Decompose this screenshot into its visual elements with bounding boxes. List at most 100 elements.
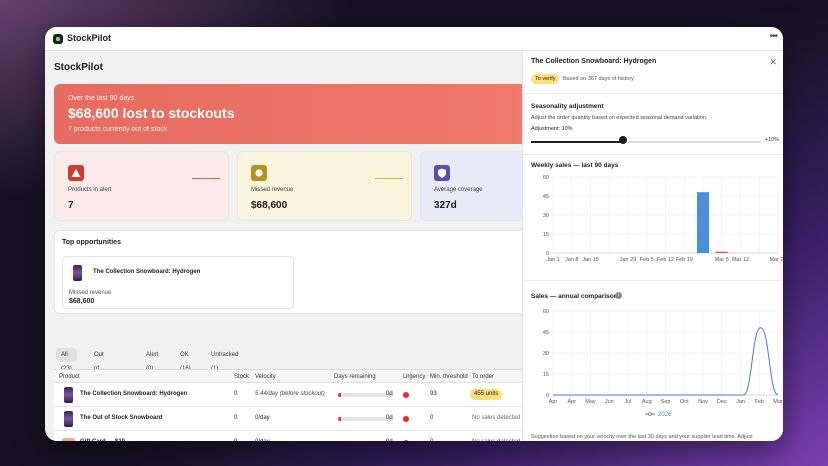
y-tick-label: 15 <box>543 372 549 378</box>
card-value: $68,600 <box>251 200 288 211</box>
x-tick-label: Oct <box>680 399 689 405</box>
seasonality-slider-track[interactable] <box>531 141 761 143</box>
table-header: Product Stock Velocity Days remaining Ur… <box>54 369 523 383</box>
x-tick-label: Jan 15 <box>582 257 599 263</box>
verify-badge: To verify <box>531 74 560 84</box>
y-tick-label: 45 <box>543 194 549 200</box>
tab-out-of-stock[interactable]: Out of stock (7) <box>89 348 113 400</box>
info-icon[interactable]: i <box>615 292 622 299</box>
card-value: 7 <box>68 200 74 211</box>
days-remaining-value: 0d <box>386 415 393 421</box>
card-accent-line <box>375 178 403 179</box>
bar <box>697 192 709 253</box>
product-detail-panel: The Collection Snowboard: Hydrogen ✕ To … <box>522 51 783 441</box>
weekly-sales-chart: 015304560Jan 1 Jan 8 Jan 15 Jan 29 Feb 5 Feb … <box>543 175 783 263</box>
divider <box>523 154 783 155</box>
column-header[interactable]: Urgency <box>403 374 425 380</box>
gift-card-icon <box>62 438 75 441</box>
days-remaining-fill <box>338 417 341 421</box>
card-label: Products in alert <box>68 187 112 193</box>
y-tick-label: 60 <box>543 309 549 315</box>
x-tick-label: Sep <box>661 399 671 405</box>
x-tick-label: Mar 26 <box>769 257 783 263</box>
x-tick-label: Jul <box>624 399 631 405</box>
x-tick-label: Feb 19 <box>676 257 693 263</box>
stock-value: 0 <box>234 439 237 441</box>
warning-icon <box>68 165 84 181</box>
card-label: Average coverage <box>434 187 483 193</box>
tab-untracked[interactable]: Untracked (1) <box>206 348 243 372</box>
x-tick-label: Nov <box>698 399 708 405</box>
annual-comparison-heading: Sales — annual comparison <box>531 293 618 300</box>
tab-alert[interactable]: Alert (0) <box>141 348 163 372</box>
product-name[interactable]: The Out of Stock Snowboard <box>80 415 162 421</box>
column-header[interactable]: Min. threshold <box>430 374 468 380</box>
main-content: StockPilot Over the last 90 days $68,600… <box>45 51 523 441</box>
column-header[interactable]: Days remaining <box>334 374 376 380</box>
opportunity-product-name: The Collection Snowboard: Hydrogen <box>93 269 201 275</box>
slider-handle[interactable] <box>619 136 627 144</box>
more-icon[interactable]: ••• <box>769 31 777 42</box>
divider <box>523 280 783 281</box>
banner-headline: $68,600 lost to stockouts <box>68 105 235 121</box>
x-tick-label: Mar 12 <box>732 257 749 263</box>
table-row[interactable]: The Collection Snowboard: Hydrogen 0 5.44/… <box>54 383 523 407</box>
history-note: Based on 367 days of history <box>563 76 634 82</box>
to-order-value: No sales detected <box>472 415 521 421</box>
slider-fill <box>531 141 623 143</box>
x-tick-label: Aug <box>642 399 652 405</box>
x-tick-label: Feb <box>755 399 764 405</box>
y-tick-label: 30 <box>543 351 549 357</box>
column-header[interactable]: To order <box>472 374 494 380</box>
annual-comparison-chart: 015304560Apr Apr May Jun Jul Aug Sep Oct Nov Dec J… <box>543 309 783 418</box>
tab-ok[interactable]: OK (16) <box>175 348 196 372</box>
legend-marker <box>648 412 652 416</box>
card-average-coverage[interactable]: Average coverage 327d <box>420 151 523 221</box>
product-thumbnail <box>64 387 73 403</box>
x-tick-label: Feb 5 <box>640 257 654 263</box>
to-order-badge: 455 units <box>470 389 503 400</box>
legend-label: 2026 <box>658 412 672 418</box>
y-tick-label: 60 <box>543 175 549 181</box>
product-name[interactable]: The Collection Snowboard: Hydrogen <box>80 391 187 397</box>
suggestion-note: Suggestion based on your velocity over t… <box>531 434 753 440</box>
column-header[interactable]: Velocity <box>255 374 276 380</box>
page-title: StockPilot <box>54 62 103 73</box>
tab-all[interactable]: All (23) <box>56 348 77 372</box>
coin-icon <box>251 165 267 181</box>
card-label: Missed revenue <box>251 187 294 193</box>
adjustment-label: Adjustment: 10% <box>531 126 573 132</box>
urgency-dot <box>403 392 409 398</box>
opportunity-card[interactable]: The Collection Snowboard: Hydrogen Misse… <box>62 256 294 309</box>
section-heading: Top opportunities <box>62 239 121 246</box>
column-header[interactable]: Stock <box>234 374 249 380</box>
card-products-in-alert[interactable]: Products in alert 7 <box>54 151 229 221</box>
opportunity-value: $68,600 <box>69 298 95 305</box>
urgency-dot <box>403 416 409 422</box>
weekly-sales-heading: Weekly sales — last 90 days <box>531 162 619 169</box>
velocity-value: 0/day <box>255 439 270 441</box>
table-row[interactable]: Gift Card — $10 0 0/day 0d 0 No sales detecte… <box>54 431 523 441</box>
card-missed-revenue[interactable]: Missed revenue $68,600 <box>237 151 412 221</box>
x-tick-label: Mar 5 <box>715 257 729 263</box>
close-icon[interactable]: ✕ <box>769 57 777 68</box>
min-threshold-value: 93 <box>430 391 437 397</box>
stock-value: 0 <box>234 391 238 397</box>
stockout-banner: Over the last 90 days $68,600 lost to st… <box>54 84 523 144</box>
x-tick-label: Feb 12 <box>657 257 674 263</box>
card-value: 327d <box>434 200 457 211</box>
x-tick-label: Apr <box>567 399 576 405</box>
y-tick-label: 15 <box>543 232 549 238</box>
banner-subtitle: Over the last 90 days <box>68 95 135 102</box>
seasonality-description: Adjust the order quantity based on expec… <box>531 115 708 121</box>
product-name[interactable]: Gift Card — $10 <box>80 439 125 441</box>
velocity-value: 0/day <box>255 415 270 421</box>
column-header[interactable]: Product <box>59 374 80 380</box>
top-opportunities: Top opportunities The Collection Snowboa… <box>54 230 523 314</box>
velocity-value: 5.44/day (before stockout) <box>255 391 325 397</box>
divider <box>523 93 783 94</box>
min-threshold-value: 0 <box>430 415 434 421</box>
urgency-dot <box>403 440 409 441</box>
min-threshold-value: 0 <box>430 439 433 441</box>
table-row[interactable]: The Out of Stock Snowboard 0 0/day 0d 0 No sa… <box>54 407 523 431</box>
